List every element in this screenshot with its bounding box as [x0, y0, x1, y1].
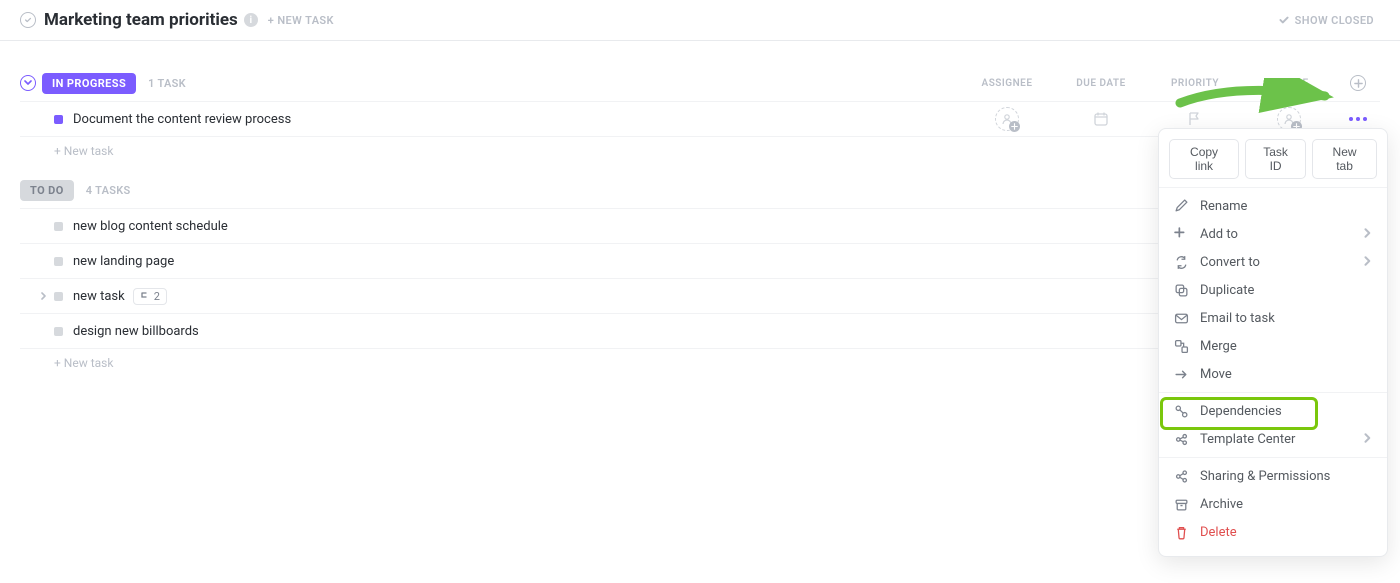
plus-badge-icon — [1009, 121, 1020, 132]
chevron-right-icon — [1363, 227, 1373, 242]
merge-icon — [1173, 338, 1189, 354]
ctx-item-label: Duplicate — [1200, 283, 1254, 298]
duplicate-icon — [1173, 282, 1189, 298]
chevron-right-icon — [1363, 255, 1373, 270]
collapse-icon[interactable] — [20, 75, 36, 91]
task-name[interactable]: new landing page — [73, 254, 174, 269]
subtask-icon — [140, 291, 150, 301]
ctx-convert-to[interactable]: Convert to — [1159, 248, 1387, 276]
move-icon — [1173, 366, 1189, 382]
plus-circle-icon — [1350, 75, 1366, 91]
ctx-sharing-permissions[interactable]: Sharing & Permissions — [1159, 462, 1387, 490]
check-icon — [1278, 14, 1290, 26]
more-actions-cell[interactable] — [1336, 117, 1380, 121]
assignee-empty[interactable] — [995, 107, 1019, 131]
ctx-item-label: Move — [1200, 367, 1232, 382]
ctx-delete[interactable]: Delete — [1159, 518, 1387, 546]
trash-icon — [1173, 524, 1189, 540]
task-status-square[interactable] — [54, 327, 63, 336]
task-name[interactable]: new blog content schedule — [73, 219, 228, 234]
pencil-icon — [1173, 198, 1189, 214]
flag-icon — [1187, 111, 1203, 127]
task-count: 4 TASKS — [86, 184, 131, 197]
ctx-add-to[interactable]: Add to — [1159, 220, 1387, 248]
page-header: Marketing team priorities i + NEW TASK S… — [0, 0, 1400, 41]
ctx-top-button[interactable]: Copy link — [1169, 139, 1239, 179]
status-pill[interactable]: TO DO — [20, 180, 74, 201]
column-people: PEOPLE — [1242, 78, 1336, 89]
template-icon — [1173, 431, 1189, 447]
ctx-item-label: Archive — [1200, 497, 1243, 512]
add-column-button[interactable] — [1336, 75, 1380, 91]
task-context-menu: Copy linkTask IDNew tab Rename Add to Co… — [1158, 128, 1388, 557]
convert-icon — [1173, 254, 1189, 270]
info-icon[interactable]: i — [244, 13, 258, 27]
more-dots-icon — [1349, 117, 1367, 121]
column-due-date: DUE DATE — [1054, 78, 1148, 89]
ctx-template-center[interactable]: Template Center — [1159, 425, 1387, 453]
ctx-rename[interactable]: Rename — [1159, 192, 1387, 220]
task-status-square[interactable] — [54, 115, 63, 124]
plus-icon — [1173, 226, 1189, 242]
subtask-badge[interactable]: 2 — [133, 288, 167, 305]
ctx-move[interactable]: Move — [1159, 360, 1387, 388]
ctx-item-label: Sharing & Permissions — [1200, 469, 1330, 484]
ctx-email-to-task[interactable]: Email to task — [1159, 304, 1387, 332]
status-pill[interactable]: IN PROGRESS — [42, 73, 136, 94]
due-date-cell[interactable] — [1054, 111, 1148, 127]
task-count: 1 TASK — [148, 77, 186, 90]
show-closed-label: SHOW CLOSED — [1295, 14, 1374, 27]
email-icon — [1173, 310, 1189, 326]
task-status-square[interactable] — [54, 292, 63, 301]
ctx-item-label: Delete — [1200, 525, 1237, 540]
assignee-cell[interactable] — [960, 107, 1054, 131]
archive-icon — [1173, 496, 1189, 512]
priority-cell[interactable] — [1148, 111, 1242, 127]
column-priority: PRIORITY — [1148, 78, 1242, 89]
dependencies-icon — [1173, 403, 1189, 419]
ctx-top-button[interactable]: New tab — [1312, 139, 1377, 179]
show-closed-toggle[interactable]: SHOW CLOSED — [1278, 14, 1374, 27]
ctx-item-label: Convert to — [1200, 255, 1260, 270]
expand-caret-icon[interactable] — [40, 289, 50, 304]
ctx-dependencies[interactable]: Dependencies — [1159, 397, 1387, 425]
task-name[interactable]: design new billboards — [73, 324, 199, 339]
ctx-item-label: Rename — [1200, 199, 1247, 214]
ctx-archive[interactable]: Archive — [1159, 490, 1387, 518]
task-status-square[interactable] — [54, 222, 63, 231]
ctx-top-button[interactable]: Task ID — [1245, 139, 1306, 179]
ctx-item-label: Merge — [1200, 339, 1237, 354]
ctx-item-label: Email to task — [1200, 311, 1275, 326]
share-icon — [1173, 468, 1189, 484]
ctx-item-label: Template Center — [1200, 432, 1295, 447]
ctx-duplicate[interactable]: Duplicate — [1159, 276, 1387, 304]
new-task-button-header[interactable]: + NEW TASK — [268, 14, 334, 27]
task-status-square[interactable] — [54, 257, 63, 266]
page-title: Marketing team priorities — [44, 10, 238, 30]
list-status-icon — [20, 12, 36, 28]
task-name[interactable]: new task — [73, 289, 125, 304]
chevron-right-icon — [1363, 432, 1373, 447]
ctx-item-label: Add to — [1200, 227, 1238, 242]
ctx-merge[interactable]: Merge — [1159, 332, 1387, 360]
ctx-item-label: Dependencies — [1200, 404, 1282, 419]
calendar-icon — [1093, 111, 1109, 127]
task-name[interactable]: Document the content review process — [73, 112, 291, 127]
group-header: IN PROGRESS 1 TASK ASSIGNEE DUE DATE PRI… — [20, 65, 1380, 101]
column-assignee: ASSIGNEE — [960, 78, 1054, 89]
